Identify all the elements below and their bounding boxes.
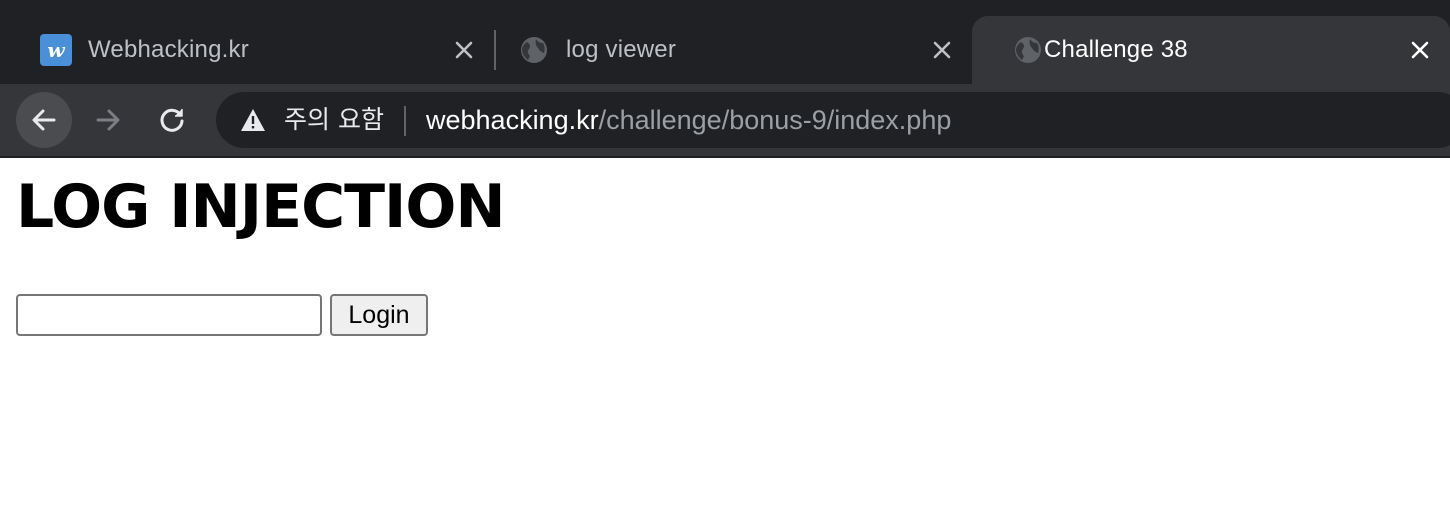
omnibox-divider xyxy=(404,106,406,136)
tab-strip: w Webhacking.kr log viewer Challenge 38 xyxy=(0,0,1450,84)
browser-toolbar: 주의 요함 webhacking.kr/challenge/bonus-9/in… xyxy=(0,84,1450,158)
tab-challenge-38[interactable]: Challenge 38 xyxy=(972,16,1450,84)
page-heading: LOG INJECTION xyxy=(16,172,506,242)
login-input[interactable] xyxy=(16,294,322,336)
security-status-label[interactable]: 주의 요함 xyxy=(284,92,384,148)
close-icon[interactable] xyxy=(452,38,476,62)
tab-title: log viewer xyxy=(566,36,677,63)
login-button[interactable]: Login xyxy=(330,294,428,336)
arrow-left-icon xyxy=(32,109,56,131)
forward-button[interactable] xyxy=(80,92,136,148)
reload-button[interactable] xyxy=(144,92,200,148)
url-text[interactable]: webhacking.kr/challenge/bonus-9/index.ph… xyxy=(426,92,951,148)
close-icon[interactable] xyxy=(930,38,954,62)
url-path: /challenge/bonus-9/index.php xyxy=(598,105,952,135)
tab-title: Challenge 38 xyxy=(1044,36,1188,63)
page-content: LOG INJECTION Login xyxy=(0,158,1450,532)
warning-icon[interactable] xyxy=(240,108,266,132)
globe-icon xyxy=(521,37,547,63)
webhacking-w-icon: w xyxy=(40,34,72,66)
tab-title: Webhacking.kr xyxy=(88,36,249,63)
back-button[interactable] xyxy=(16,92,72,148)
close-icon[interactable] xyxy=(1408,38,1432,62)
globe-icon xyxy=(1015,37,1041,63)
tab-log-viewer[interactable]: log viewer xyxy=(478,16,972,84)
url-host: webhacking.kr xyxy=(426,105,599,135)
tab-webhacking[interactable]: w Webhacking.kr xyxy=(0,16,494,84)
reload-icon xyxy=(160,108,184,132)
arrow-right-icon xyxy=(96,109,120,131)
address-bar[interactable]: 주의 요함 webhacking.kr/challenge/bonus-9/in… xyxy=(216,92,1450,148)
